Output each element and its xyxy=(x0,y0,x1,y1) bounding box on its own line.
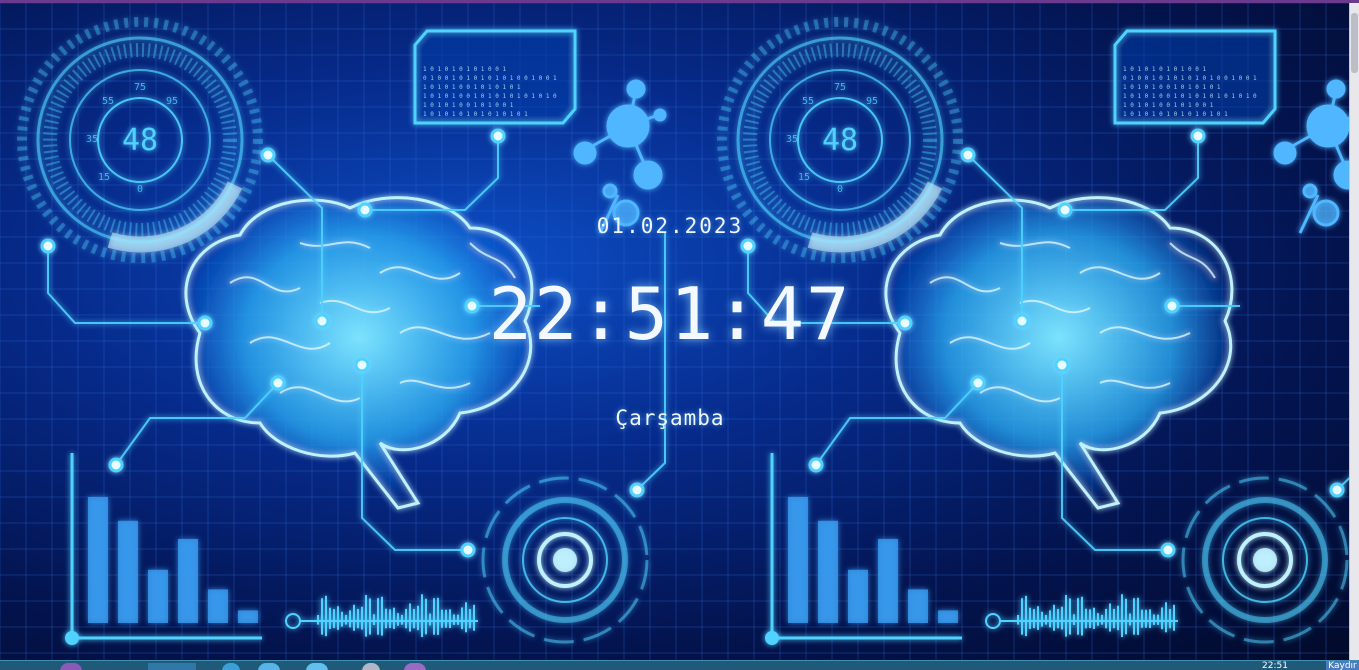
gauge-tick-label: 55 xyxy=(102,96,114,107)
gauge-dial: 48 75 55 95 35 15 0 xyxy=(17,17,263,263)
taskbar-app-icon[interactable] xyxy=(222,663,240,670)
binary-line: 1 0 1 0 1 0 1 0 1 0 0 1 xyxy=(423,66,506,73)
binary-line: 1 0 1 0 1 0 0 1 0 1 0 1 0 1 xyxy=(1123,84,1221,91)
desktop: 48 75 55 95 35 15 0 1 0 1 0 1 0 1 0 1 0 0 1 0 1 … xyxy=(0,0,1359,670)
decor-bar xyxy=(178,539,198,623)
binary-line: 0 1 0 0 1 0 1 0 1 0 1 0 1 0 0 1 0 0 1 xyxy=(1123,75,1257,82)
binary-line: 1 0 1 0 1 0 1 0 1 0 1 0 1 0 1 xyxy=(423,111,528,118)
taskbar-app-icon[interactable] xyxy=(258,663,280,670)
brain-illustration xyxy=(884,196,1234,510)
gauge-tick-label: 35 xyxy=(86,134,98,145)
clock-date: 01.02.2023 xyxy=(596,214,744,238)
gauge-tick-label: 95 xyxy=(166,96,178,107)
target-dial xyxy=(481,476,649,644)
gauge-value: 48 xyxy=(122,123,158,158)
gauge-tick-label: 95 xyxy=(866,96,878,107)
decor-bar xyxy=(938,610,958,623)
molecule-icon xyxy=(573,79,667,234)
gauge-tick-label: 0 xyxy=(837,184,843,195)
start-button[interactable] xyxy=(60,663,82,670)
decor-bar xyxy=(148,569,168,623)
decor-bar xyxy=(878,539,898,623)
binary-panel: 1 0 1 0 1 0 1 0 1 0 0 1 0 1 0 0 1 0 1 0 1… xyxy=(1113,29,1277,125)
binary-line: 1 0 1 0 1 0 0 1 0 1 0 1 0 1 0 1 0 1 0 xyxy=(423,93,557,100)
target-dial xyxy=(1181,476,1349,644)
taskbar-app-icon[interactable] xyxy=(306,663,328,670)
decor-bar xyxy=(208,589,228,623)
decor-bar xyxy=(908,589,928,623)
decor-bar xyxy=(848,569,868,623)
binary-line: 1 0 1 0 1 0 0 1 0 1 0 0 1 xyxy=(1123,102,1214,109)
taskbar-app-icon[interactable] xyxy=(404,663,426,670)
taskbar-active-app[interactable] xyxy=(148,663,196,670)
gauge-tick-label: 55 xyxy=(802,96,814,107)
gauge-tick-label: 0 xyxy=(137,184,143,195)
gauge-tick-label: 15 xyxy=(98,172,110,183)
binary-line: 0 1 0 0 1 0 1 0 1 0 1 0 1 0 0 1 0 0 1 xyxy=(423,75,557,82)
binary-line: 1 0 1 0 1 0 0 1 0 1 0 1 0 1 0 1 0 1 0 xyxy=(1123,93,1257,100)
clock-time: 22:51:47 xyxy=(488,272,852,356)
decor-bar xyxy=(118,520,138,623)
scrollbar-thumb[interactable] xyxy=(1351,13,1358,73)
vertical-scrollbar[interactable] xyxy=(1349,3,1359,660)
gauge-tick-label: 75 xyxy=(834,82,846,93)
gauge-tick-label: 15 xyxy=(798,172,810,183)
gauge-tick-label: 35 xyxy=(786,134,798,145)
gauge-tick-label: 75 xyxy=(134,82,146,93)
binary-line: 1 0 1 0 1 0 0 1 0 1 0 1 0 1 xyxy=(423,84,521,91)
binary-line: 1 0 1 0 1 0 1 0 1 0 0 1 xyxy=(1123,66,1206,73)
taskbar-app-icon[interactable] xyxy=(362,663,380,670)
gauge-value: 48 xyxy=(822,123,858,158)
clock-day: Çarşamba xyxy=(615,406,725,430)
binary-panel: 1 0 1 0 1 0 1 0 1 0 0 1 0 1 0 0 1 0 1 0 1… xyxy=(413,29,577,125)
binary-line: 1 0 1 0 1 0 1 0 1 0 1 0 1 0 1 xyxy=(1123,111,1228,118)
decor-bar xyxy=(818,520,838,623)
decor-bar xyxy=(788,497,808,623)
decor-bar xyxy=(238,610,258,623)
molecule-icon xyxy=(1273,79,1349,234)
decor-bar xyxy=(88,497,108,623)
taskbar: 22:51 Kaydır xyxy=(0,660,1359,670)
keyboard-layout-button[interactable]: Kaydır xyxy=(1326,661,1359,670)
taskbar-clock[interactable]: 22:51 xyxy=(1262,661,1302,670)
binary-line: 1 0 1 0 1 0 0 1 0 1 0 0 1 xyxy=(423,102,514,109)
